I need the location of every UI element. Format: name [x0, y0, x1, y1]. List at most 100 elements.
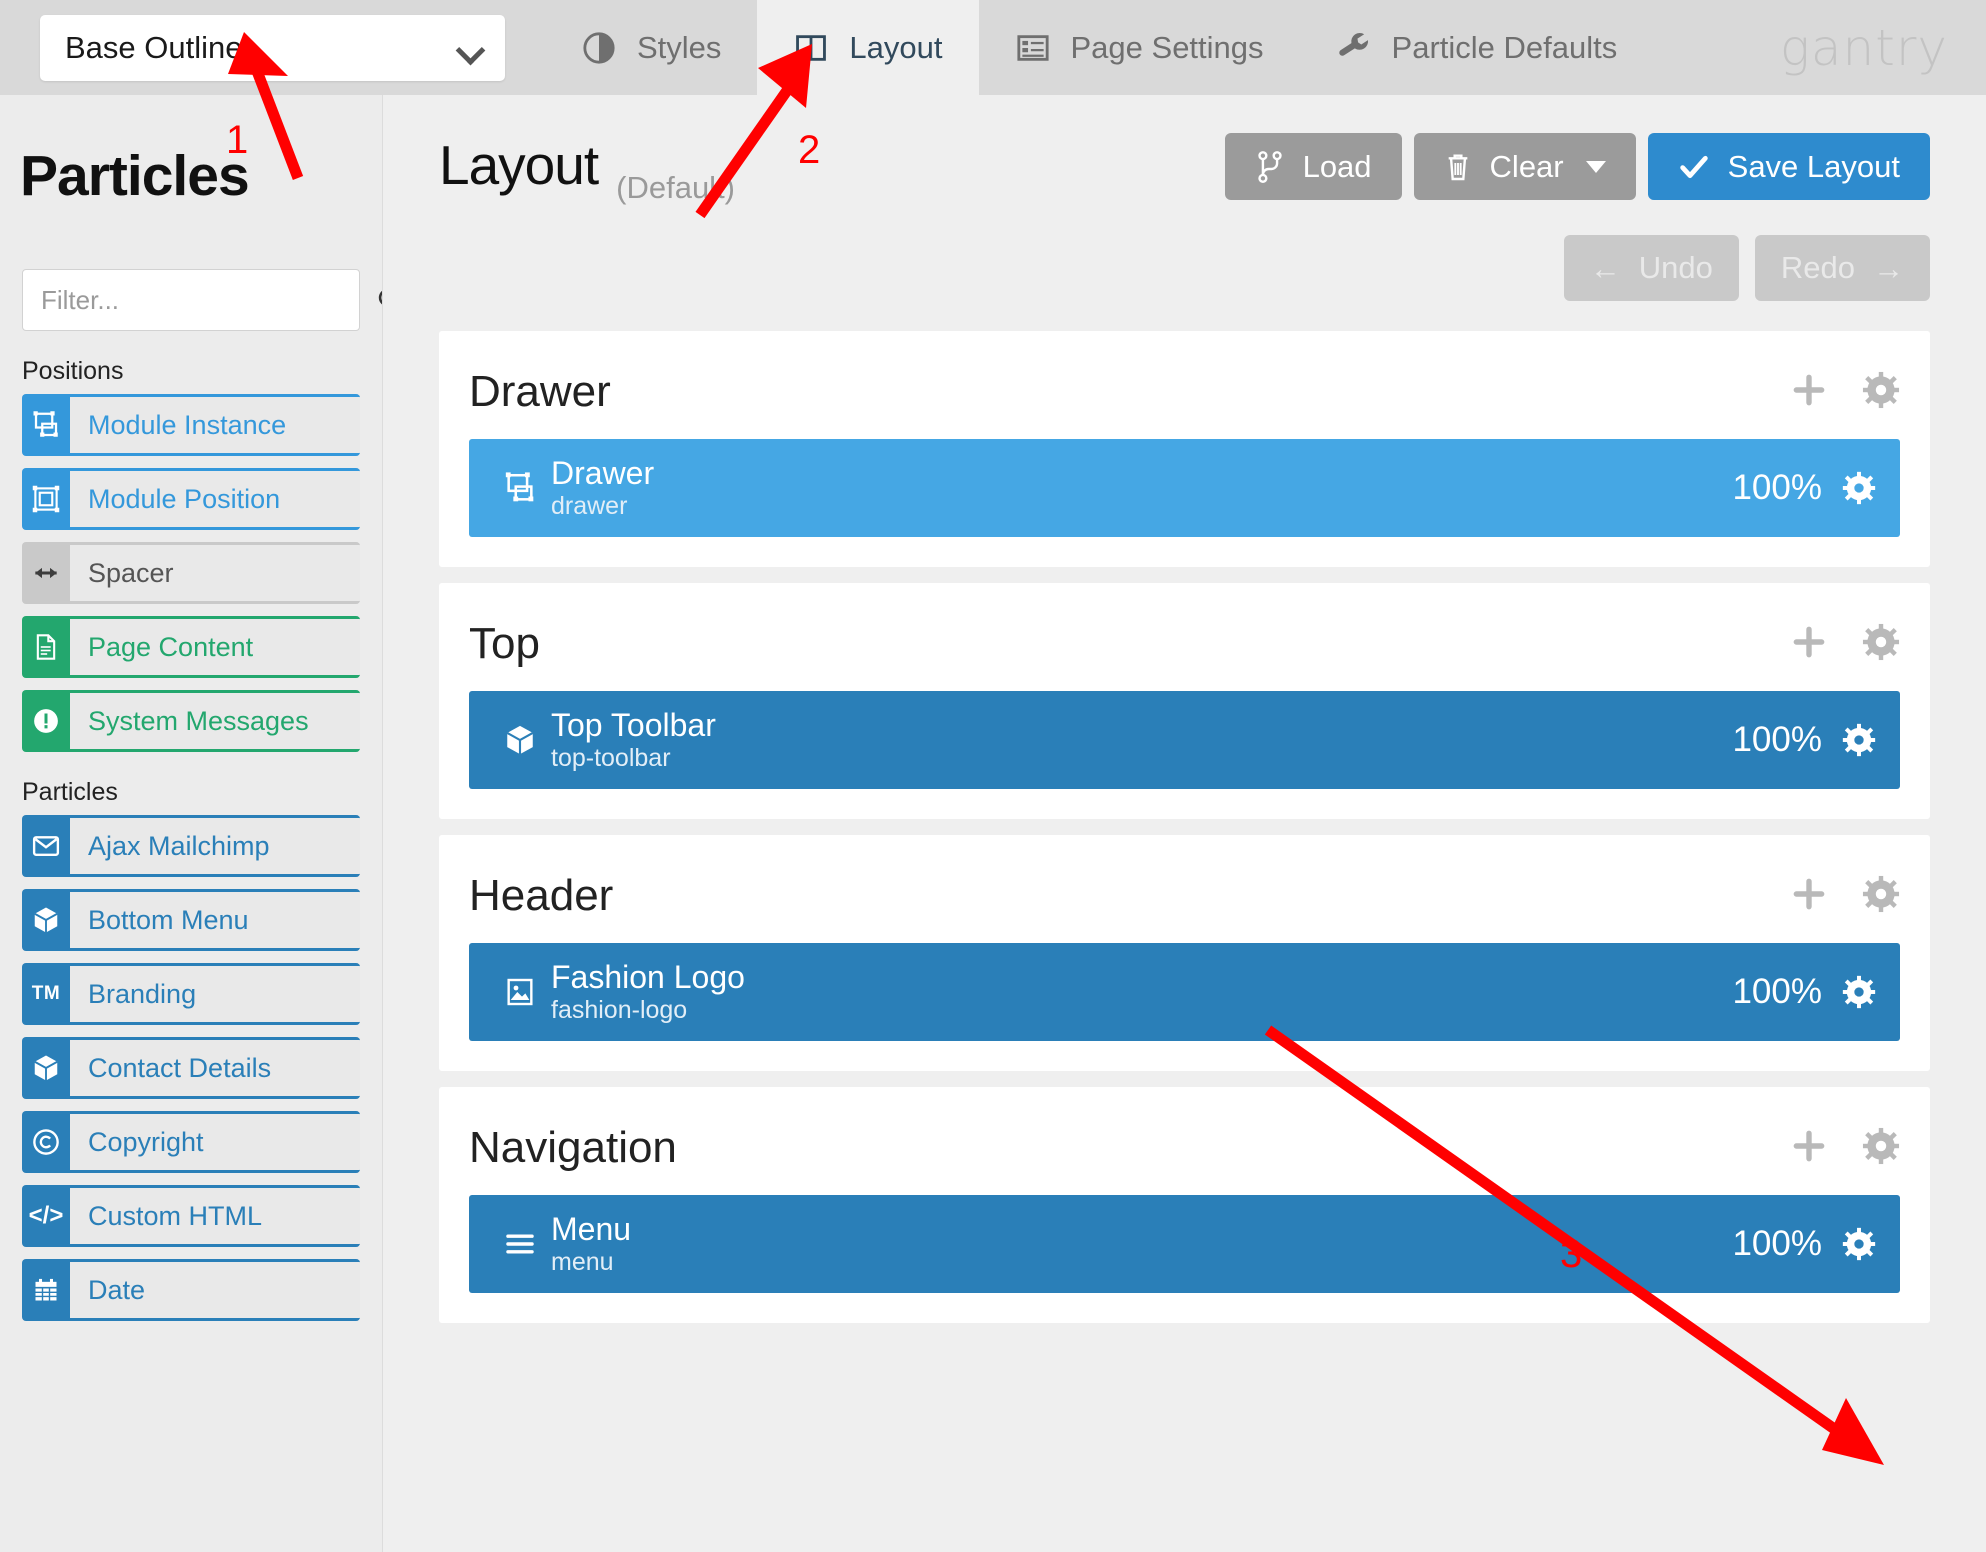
block-size: 100%	[1732, 720, 1822, 759]
block-subtitle: menu	[551, 1247, 614, 1276]
sidebar-item-label: Spacer	[70, 542, 360, 604]
section-title: Header	[469, 871, 614, 920]
layout-sections: Drawer Drawer drawer 100% Top Top Toolba…	[383, 301, 1986, 1323]
redo-button[interactable]: Redo →	[1754, 235, 1930, 301]
gear-icon[interactable]	[1862, 1127, 1900, 1170]
load-button[interactable]: Load	[1224, 133, 1402, 200]
save-layout-button-label: Save Layout	[1727, 148, 1900, 184]
top-bar: Base Outline Styles Layout Page Settings…	[0, 0, 1986, 95]
block-size: 100%	[1732, 972, 1822, 1011]
plus-icon[interactable]	[1790, 875, 1828, 918]
tab-page-settings[interactable]: Page Settings	[979, 0, 1300, 95]
layout-section-top: Top Top Toolbar top-toolbar 100%	[439, 583, 1930, 819]
section-title: Navigation	[469, 1123, 677, 1172]
tab-page-settings-label: Page Settings	[1070, 29, 1264, 65]
arrow-left-icon: ←	[1589, 250, 1621, 286]
sidebar-item-copyright[interactable]: Copyright	[22, 1111, 360, 1173]
section-header: Navigation	[469, 1113, 1900, 1183]
plus-icon[interactable]	[1790, 1127, 1828, 1170]
clear-button[interactable]: Clear	[1413, 133, 1636, 200]
cube-icon	[489, 723, 551, 757]
envelope-icon	[22, 815, 70, 877]
main-tabs: Styles Layout Page Settings Particle Def…	[545, 0, 1653, 95]
group-label-particles: Particles	[22, 778, 118, 806]
file-text-icon	[22, 616, 70, 678]
sidebar-item-label: Bottom Menu	[70, 889, 360, 951]
gear-icon[interactable]	[1842, 975, 1876, 1009]
check-icon	[1678, 151, 1710, 183]
block-size: 100%	[1732, 468, 1822, 507]
gear-icon[interactable]	[1842, 471, 1876, 505]
sidebar-item-bottom-menu[interactable]: Bottom Menu	[22, 889, 360, 951]
layout-section-drawer: Drawer Drawer drawer 100%	[439, 331, 1930, 567]
main-header: Layout (Default) Load Clear Save Layout	[383, 95, 1986, 215]
block-title: Fashion Logo	[551, 959, 745, 996]
gear-icon[interactable]	[1862, 371, 1900, 414]
sidebar-item-branding[interactable]: TM Branding	[22, 963, 360, 1025]
undo-button[interactable]: ← Undo	[1563, 235, 1739, 301]
tab-layout[interactable]: Layout	[757, 0, 979, 95]
redo-button-label: Redo	[1780, 250, 1855, 285]
positions-list: Module Instance Module Position Spacer P…	[0, 394, 382, 752]
arrows-h-icon	[22, 542, 70, 604]
sidebar-item-label: Copyright	[70, 1111, 360, 1173]
section-title: Drawer	[469, 367, 611, 416]
tab-particle-defaults[interactable]: Particle Defaults	[1300, 0, 1654, 95]
sidebar-item-module-position[interactable]: Module Position	[22, 468, 360, 530]
block-subtitle: top-toolbar	[551, 743, 671, 772]
save-layout-button[interactable]: Save Layout	[1647, 133, 1930, 200]
layout-section-header: Header Fashion Logo fashion-logo 100%	[439, 835, 1930, 1071]
sidebar-item-label: System Messages	[70, 690, 360, 752]
group-label-positions: Positions	[22, 357, 124, 385]
layout-block-drawer[interactable]: Drawer drawer 100%	[469, 439, 1900, 537]
gear-icon[interactable]	[1862, 623, 1900, 666]
sidebar-item-spacer[interactable]: Spacer	[22, 542, 360, 604]
layout-subtitle: (Default)	[616, 170, 736, 205]
arrow-right-icon: →	[1873, 250, 1904, 286]
sidebar-item-contact-details[interactable]: Contact Details	[22, 1037, 360, 1099]
section-tools	[1790, 371, 1900, 414]
copyright-icon	[22, 1111, 70, 1173]
sidebar-item-ajax-mailchimp[interactable]: Ajax Mailchimp	[22, 815, 360, 877]
code-icon: </>	[28, 1202, 64, 1229]
chevron-down-icon	[457, 35, 483, 61]
layout-block-top-toolbar[interactable]: Top Toolbar top-toolbar 100%	[469, 691, 1900, 789]
block-subtitle: drawer	[551, 491, 628, 520]
gear-icon[interactable]	[1862, 875, 1900, 918]
sidebar-item-label: Module Position	[70, 468, 360, 530]
bars-icon	[489, 1227, 551, 1261]
block-title: Menu	[551, 1211, 632, 1248]
tab-layout-label: Layout	[849, 29, 943, 65]
module-instance-icon	[22, 394, 70, 456]
sidebar-item-date[interactable]: Date	[22, 1259, 360, 1321]
filter-input[interactable]	[41, 284, 376, 316]
module-position-icon	[22, 468, 70, 530]
plus-icon[interactable]	[1790, 623, 1828, 666]
particles-sidebar: Particles Positions Module Instance Modu…	[0, 95, 383, 1552]
sidebar-item-label: Ajax Mailchimp	[70, 815, 360, 877]
plus-icon[interactable]	[1790, 371, 1828, 414]
contrast-icon	[581, 30, 617, 66]
code-fork-icon	[1255, 150, 1285, 184]
outline-selector[interactable]: Base Outline	[40, 14, 505, 81]
tab-styles[interactable]: Styles	[545, 0, 757, 95]
gantry-layout-manager: Base Outline Styles Layout Page Settings…	[0, 0, 1986, 1552]
filter-box[interactable]	[22, 269, 382, 331]
layout-block-fashion-logo[interactable]: Fashion Logo fashion-logo 100%	[469, 943, 1900, 1041]
chevron-down-icon	[1585, 160, 1606, 173]
sidebar-item-module-instance[interactable]: Module Instance	[22, 394, 360, 456]
sidebar-item-page-content[interactable]: Page Content	[22, 616, 360, 678]
sidebar-item-system-messages[interactable]: System Messages	[22, 690, 360, 752]
gear-icon[interactable]	[1842, 1227, 1876, 1261]
section-tools	[1790, 1127, 1900, 1170]
search-icon	[376, 286, 382, 314]
undo-button-label: Undo	[1638, 250, 1713, 285]
sidebar-item-custom-html[interactable]: </> Custom HTML	[22, 1185, 360, 1247]
block-title: Top Toolbar	[551, 707, 716, 744]
sidebar-item-label: Contact Details	[70, 1037, 360, 1099]
wrench-icon	[1336, 30, 1372, 66]
header-actions: Load Clear Save Layout	[1224, 133, 1930, 200]
section-header: Top	[469, 609, 1900, 679]
gear-icon[interactable]	[1842, 723, 1876, 757]
layout-block-menu[interactable]: Menu menu 100%	[469, 1195, 1900, 1293]
